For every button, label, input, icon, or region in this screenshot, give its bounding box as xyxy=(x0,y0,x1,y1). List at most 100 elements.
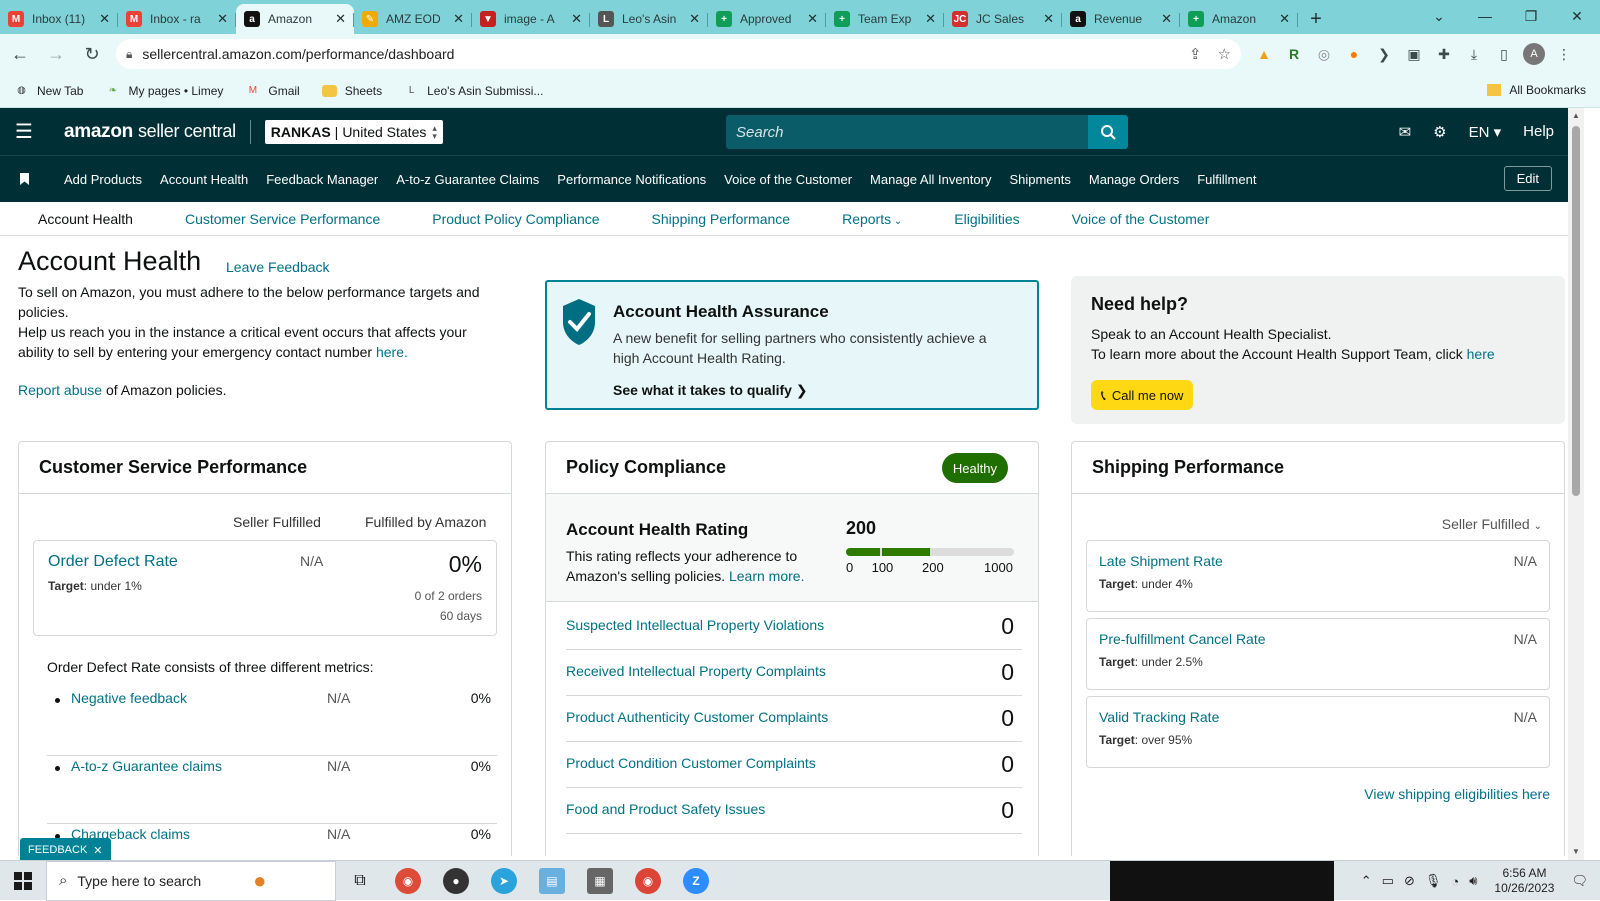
feedback-tab[interactable]: FEEDBACK ✕ xyxy=(20,838,111,862)
nav-item[interactable]: A-to-z Guarantee Claims xyxy=(396,172,539,187)
close-tab-icon[interactable]: ✕ xyxy=(453,11,464,27)
odr-metric-link[interactable]: Negative feedback xyxy=(71,690,187,706)
zoom-icon[interactable]: Z xyxy=(672,861,720,901)
browser-tab[interactable]: + Amazon ✕ xyxy=(1180,4,1298,34)
browser-tab[interactable]: + Approved ✕ xyxy=(708,4,826,34)
subnav-tab[interactable]: Reports ⌄ xyxy=(842,211,902,227)
profile-avatar[interactable]: A xyxy=(1523,43,1545,65)
emergency-contact-link[interactable]: here. xyxy=(376,344,408,360)
shipping-eligibilities-link[interactable]: View shipping eligibilities here xyxy=(1364,786,1550,802)
extension-icon[interactable]: R xyxy=(1279,46,1309,62)
nav-item[interactable]: Manage All Inventory xyxy=(870,172,991,187)
extension-icon[interactable]: ▣ xyxy=(1399,46,1429,63)
help-link[interactable]: Help xyxy=(1523,123,1554,140)
subnav-tab[interactable]: Account Health xyxy=(38,211,133,227)
policy-row-link[interactable]: Product Condition Customer Complaints xyxy=(566,755,816,771)
camera-off-icon[interactable]: ⊘ xyxy=(1404,873,1415,889)
system-clock[interactable]: 6:56 AM 10/26/2023 xyxy=(1494,866,1554,896)
more-menu-icon[interactable]: ⋮ xyxy=(1549,46,1579,63)
browser-tab[interactable]: M Inbox (11) ✕ xyxy=(0,4,118,34)
bookmark-item[interactable]: L Leo's Asin Submissi... xyxy=(404,83,544,98)
odr-metric-link[interactable]: A-to-z Guarantee claims xyxy=(71,758,222,774)
telegram-icon[interactable]: ➤ xyxy=(480,861,528,901)
scroll-down-icon[interactable]: ▼ xyxy=(1568,844,1584,860)
task-view-icon[interactable]: ⧉ xyxy=(336,861,384,901)
reload-icon[interactable]: ↻ xyxy=(76,38,108,70)
browser-tab[interactable]: JC JC Sales ✕ xyxy=(944,4,1062,34)
language-selector[interactable]: EN ▾ xyxy=(1469,123,1502,141)
close-tab-icon[interactable]: ✕ xyxy=(217,11,228,27)
shipping-metric-link[interactable]: Valid Tracking Rate xyxy=(1099,709,1219,725)
sidepanel-icon[interactable]: ▯ xyxy=(1489,46,1519,63)
extension-icon[interactable]: ❯ xyxy=(1369,46,1399,63)
subnav-tab[interactable]: Customer Service Performance xyxy=(185,211,380,227)
subnav-tab[interactable]: Product Policy Compliance xyxy=(432,211,599,227)
leave-feedback-link[interactable]: Leave Feedback xyxy=(226,259,330,275)
tab-search-icon[interactable]: ⌄ xyxy=(1416,0,1462,32)
calculator-icon[interactable]: ▦ xyxy=(576,861,624,901)
nav-item[interactable]: Voice of the Customer xyxy=(724,172,852,187)
extension-icon[interactable]: ◎ xyxy=(1309,46,1339,63)
close-tab-icon[interactable]: ✕ xyxy=(1043,11,1054,27)
hamburger-menu-icon[interactable]: ☰ xyxy=(0,119,48,144)
all-bookmarks[interactable]: All Bookmarks xyxy=(1487,83,1586,97)
policy-row-link[interactable]: Food and Product Safety Issues xyxy=(566,801,765,817)
bookmark-item[interactable]: M Gmail xyxy=(245,83,300,98)
url-field[interactable]: 🔒︎ sellercentral.amazon.com/performance/… xyxy=(116,39,1241,69)
browser-tab[interactable]: M Inbox - ra ✕ xyxy=(118,4,236,34)
puzzle-icon[interactable]: ✚ xyxy=(1429,46,1459,63)
scrollbar-thumb[interactable] xyxy=(1572,126,1580,496)
scroll-up-icon[interactable]: ▲ xyxy=(1568,108,1584,124)
lock-icon[interactable]: 🔒︎ xyxy=(126,47,132,62)
page-scrollbar[interactable]: ▲ ▼ xyxy=(1568,108,1584,860)
nav-item[interactable]: Account Health xyxy=(160,172,248,187)
subnav-tab[interactable]: Shipping Performance xyxy=(652,211,791,227)
bookmark-item[interactable]: ❧ My pages • Limey xyxy=(105,83,224,98)
nav-item[interactable]: Performance Notifications xyxy=(557,172,706,187)
seller-central-logo[interactable]: amazon seller central xyxy=(64,121,236,143)
star-icon[interactable]: ☆ xyxy=(1218,45,1231,63)
back-icon[interactable]: ← xyxy=(4,38,36,70)
restore-icon[interactable]: ❐ xyxy=(1508,0,1554,32)
close-tab-icon[interactable]: ✕ xyxy=(99,11,110,27)
extension-icon[interactable]: ▲ xyxy=(1249,46,1279,62)
share-icon[interactable]: ⇪ xyxy=(1189,45,1202,63)
taskbar-search-input[interactable]: ⌕ Type here to search ● xyxy=(46,860,336,901)
edit-nav-button[interactable]: Edit xyxy=(1503,166,1552,191)
chevron-up-icon[interactable]: ⌃ xyxy=(1361,873,1372,889)
close-icon[interactable]: ✕ xyxy=(93,844,102,857)
subnav-tab[interactable]: Voice of the Customer xyxy=(1072,211,1210,227)
browser-tab[interactable]: + Team Exp ✕ xyxy=(826,4,944,34)
support-team-link[interactable]: here xyxy=(1467,346,1495,362)
mail-icon[interactable]: ✉ xyxy=(1399,123,1412,141)
close-tab-icon[interactable]: ✕ xyxy=(807,11,818,27)
policy-row-link[interactable]: Product Authenticity Customer Complaints xyxy=(566,709,828,725)
report-abuse-link[interactable]: Report abuse xyxy=(18,382,102,398)
nav-item[interactable]: Shipments xyxy=(1009,172,1070,187)
policy-row-link[interactable]: Suspected Intellectual Property Violatio… xyxy=(566,617,824,633)
app-icon[interactable]: ● xyxy=(432,861,480,901)
browser-tab[interactable]: a Amazon ✕ xyxy=(236,4,354,34)
minimize-icon[interactable]: — xyxy=(1462,0,1508,32)
bookmark-icon[interactable] xyxy=(0,173,48,185)
ahr-learn-more-link[interactable]: Learn more. xyxy=(729,568,804,584)
new-tab-icon[interactable]: + xyxy=(1298,4,1334,34)
close-tab-icon[interactable]: ✕ xyxy=(689,11,700,27)
browser-tab[interactable]: L Leo's Asin ✕ xyxy=(590,4,708,34)
fulfillment-filter-dropdown[interactable]: Seller Fulfilled ⌄ xyxy=(1442,516,1542,532)
qualify-link[interactable]: See what it takes to qualify ❯ xyxy=(613,382,808,399)
chrome-icon[interactable]: ◉ xyxy=(384,861,432,901)
windows-start-icon[interactable] xyxy=(0,871,46,890)
extension-icon[interactable]: ● xyxy=(1339,46,1369,62)
close-tab-icon[interactable]: ✕ xyxy=(925,11,936,27)
store-selector[interactable]: RANKAS | United States ▴ ▾ xyxy=(264,119,443,144)
nav-item[interactable]: Feedback Manager xyxy=(266,172,378,187)
close-window-icon[interactable]: ✕ xyxy=(1554,0,1600,32)
subnav-tab[interactable]: Eligibilities xyxy=(954,211,1019,227)
policy-row-link[interactable]: Received Intellectual Property Complaint… xyxy=(566,663,826,679)
bookmark-item[interactable]: ◍ New Tab xyxy=(14,83,83,98)
search-button[interactable] xyxy=(1088,115,1128,149)
shipping-metric-link[interactable]: Late Shipment Rate xyxy=(1099,553,1223,569)
close-tab-icon[interactable]: ✕ xyxy=(1161,11,1172,27)
call-me-now-button[interactable]: 📞︎ Call me now xyxy=(1091,380,1194,410)
